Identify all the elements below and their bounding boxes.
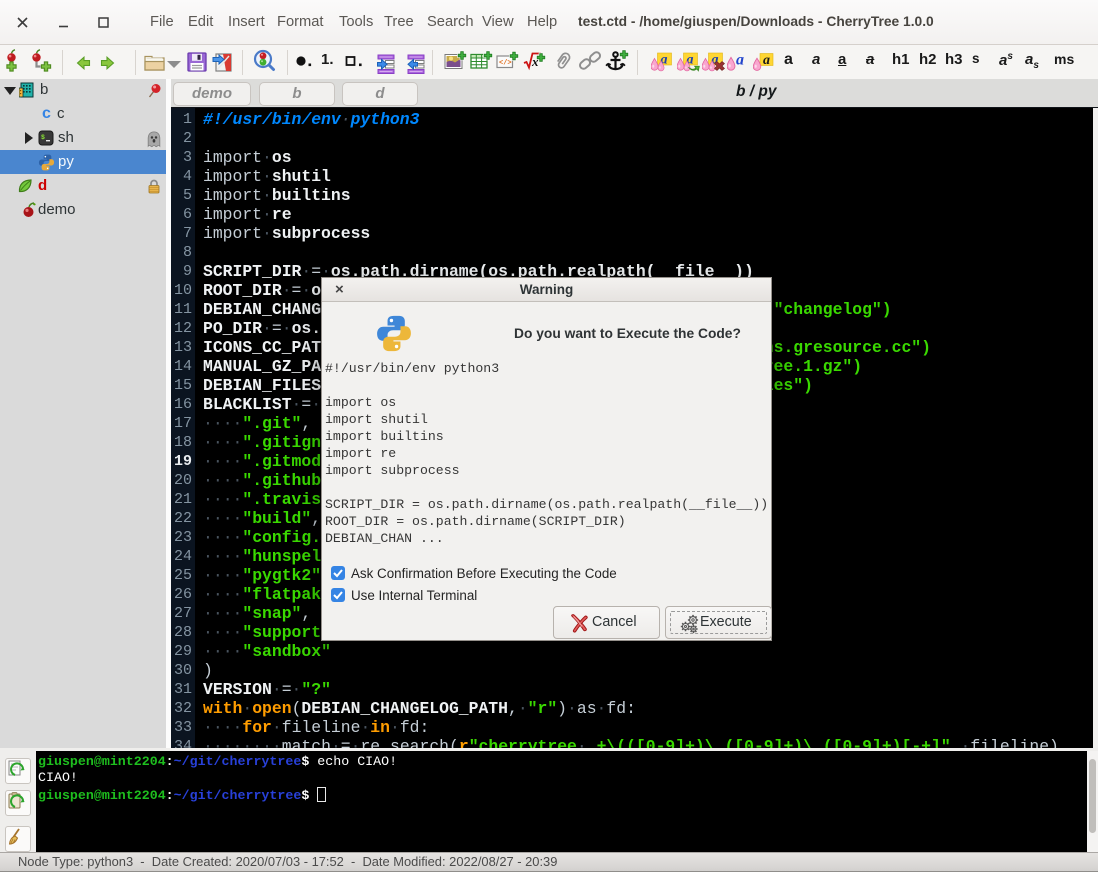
svg-text:</>: </> bbox=[499, 60, 512, 68]
svg-text:a: a bbox=[763, 53, 770, 68]
svg-text:a: a bbox=[736, 52, 744, 69]
svg-text:$: $ bbox=[41, 134, 45, 141]
